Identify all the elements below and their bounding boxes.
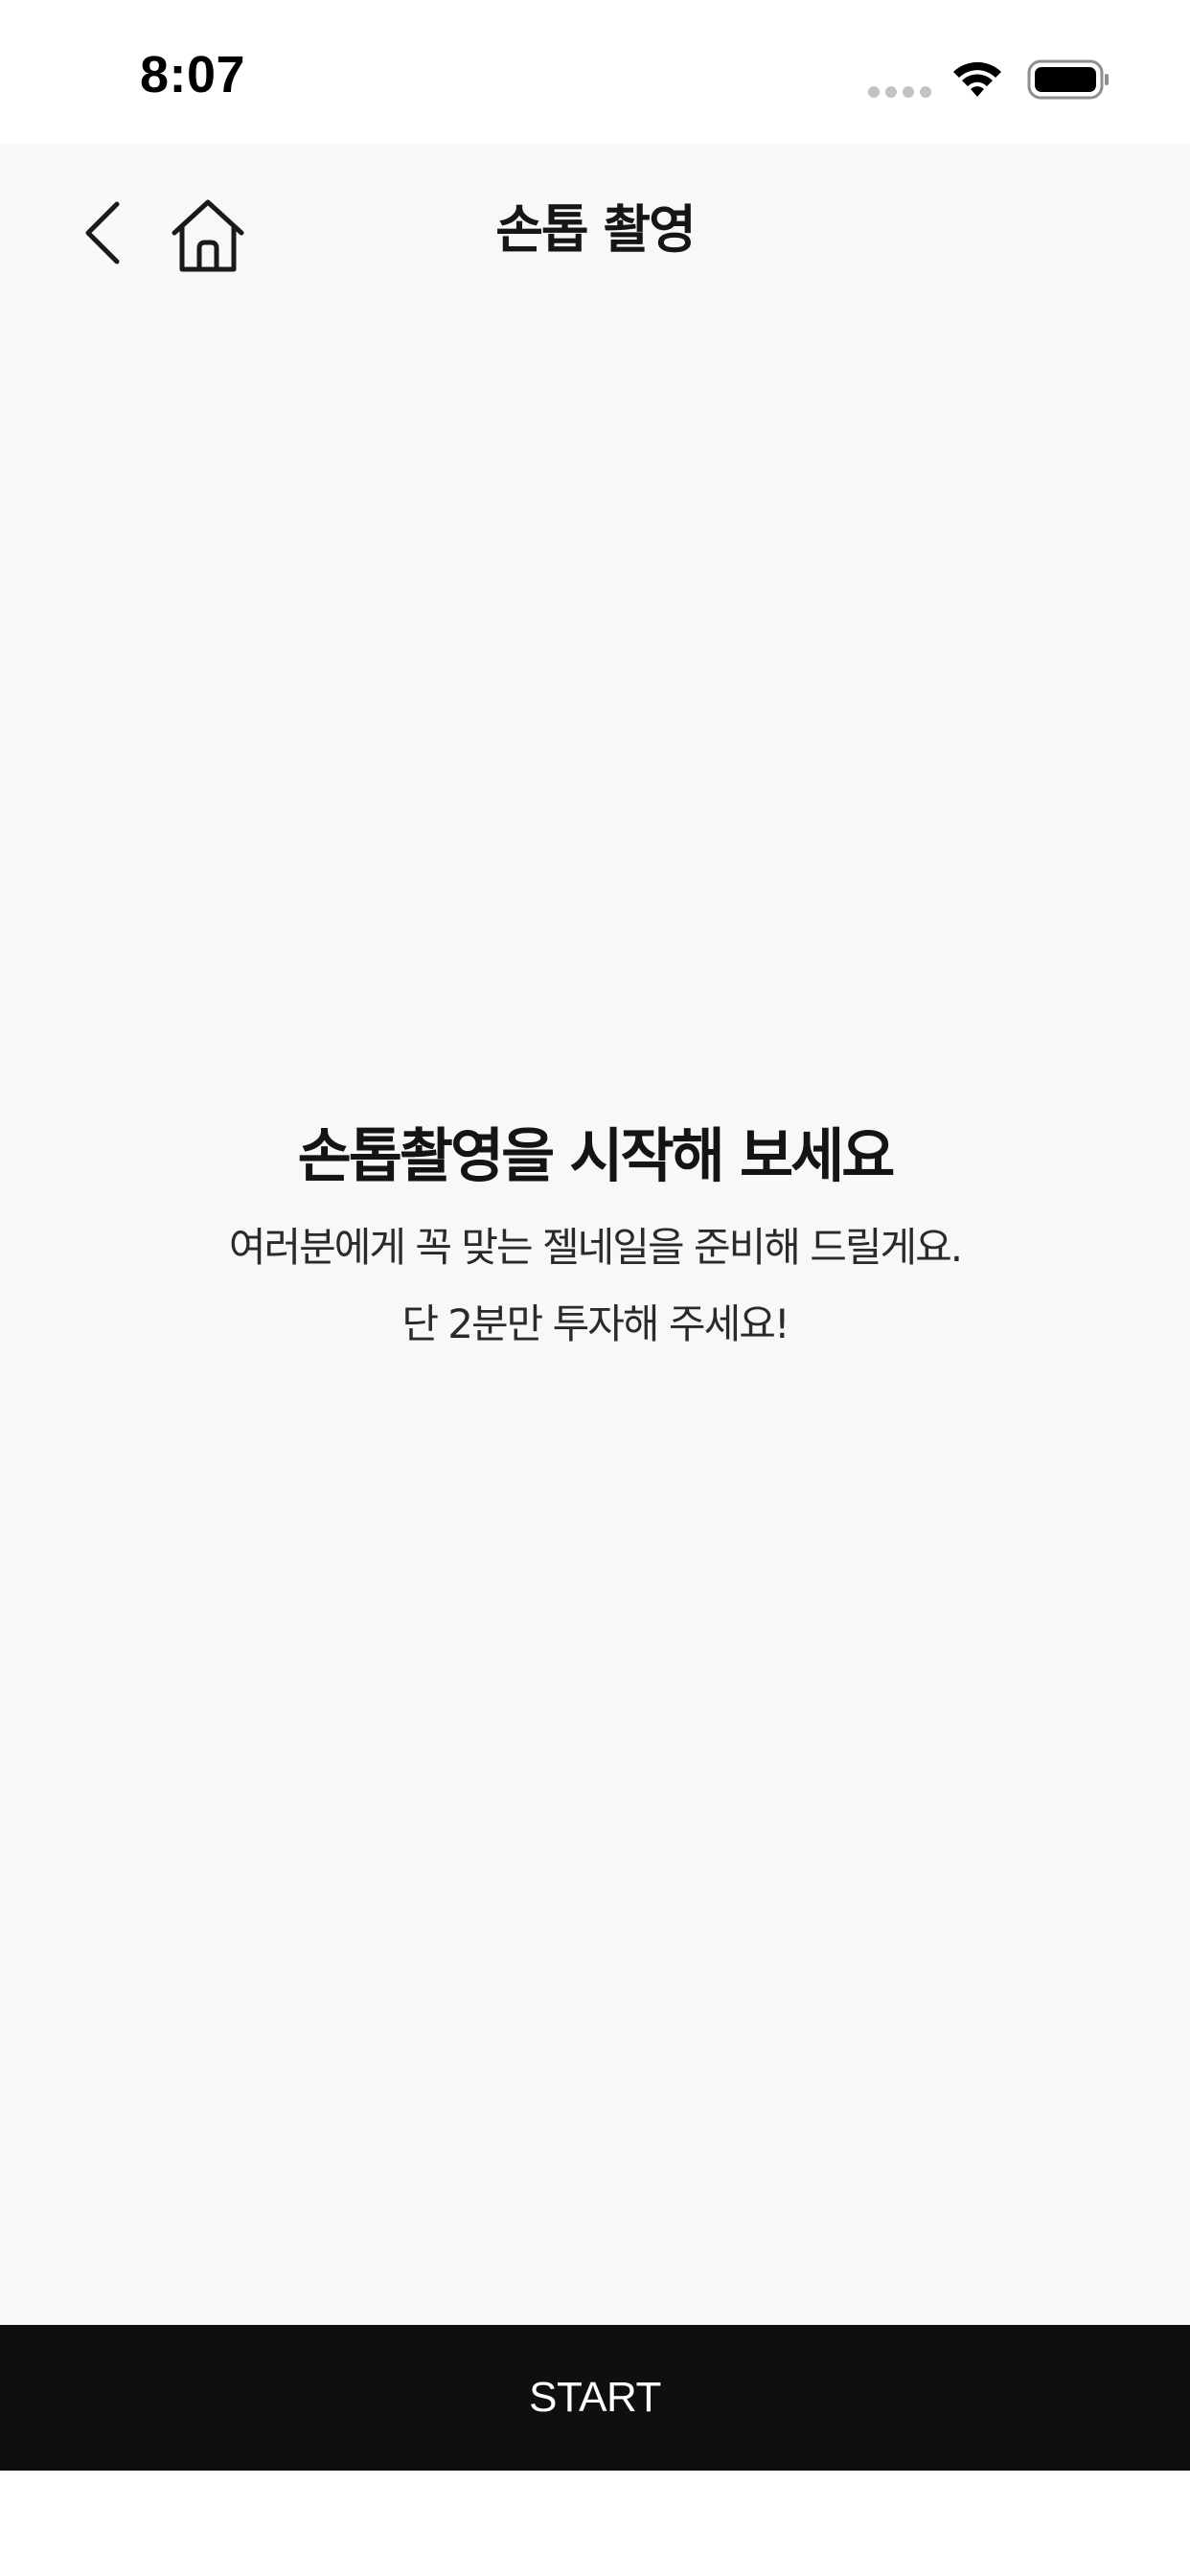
signal-dots-icon [868,86,931,100]
page-title: 손톱 촬영 [495,199,697,260]
start-button[interactable]: START [0,2325,1190,2471]
home-indicator-area [0,2471,1190,2576]
status-bar: 8:07 [0,0,1190,144]
status-time: 8:07 [140,46,246,104]
intro-description-line-2: 단 2분만 투자해 주세요! [401,1300,790,1347]
battery-icon [1027,59,1109,100]
intro-headline: 손톱촬영을 시작해 보세요 [297,1122,896,1190]
wifi-icon [953,61,1001,97]
intro-description-line-1: 여러분에게 꼭 맞는 젤네일을 준비해 드릴게요. [228,1224,963,1271]
